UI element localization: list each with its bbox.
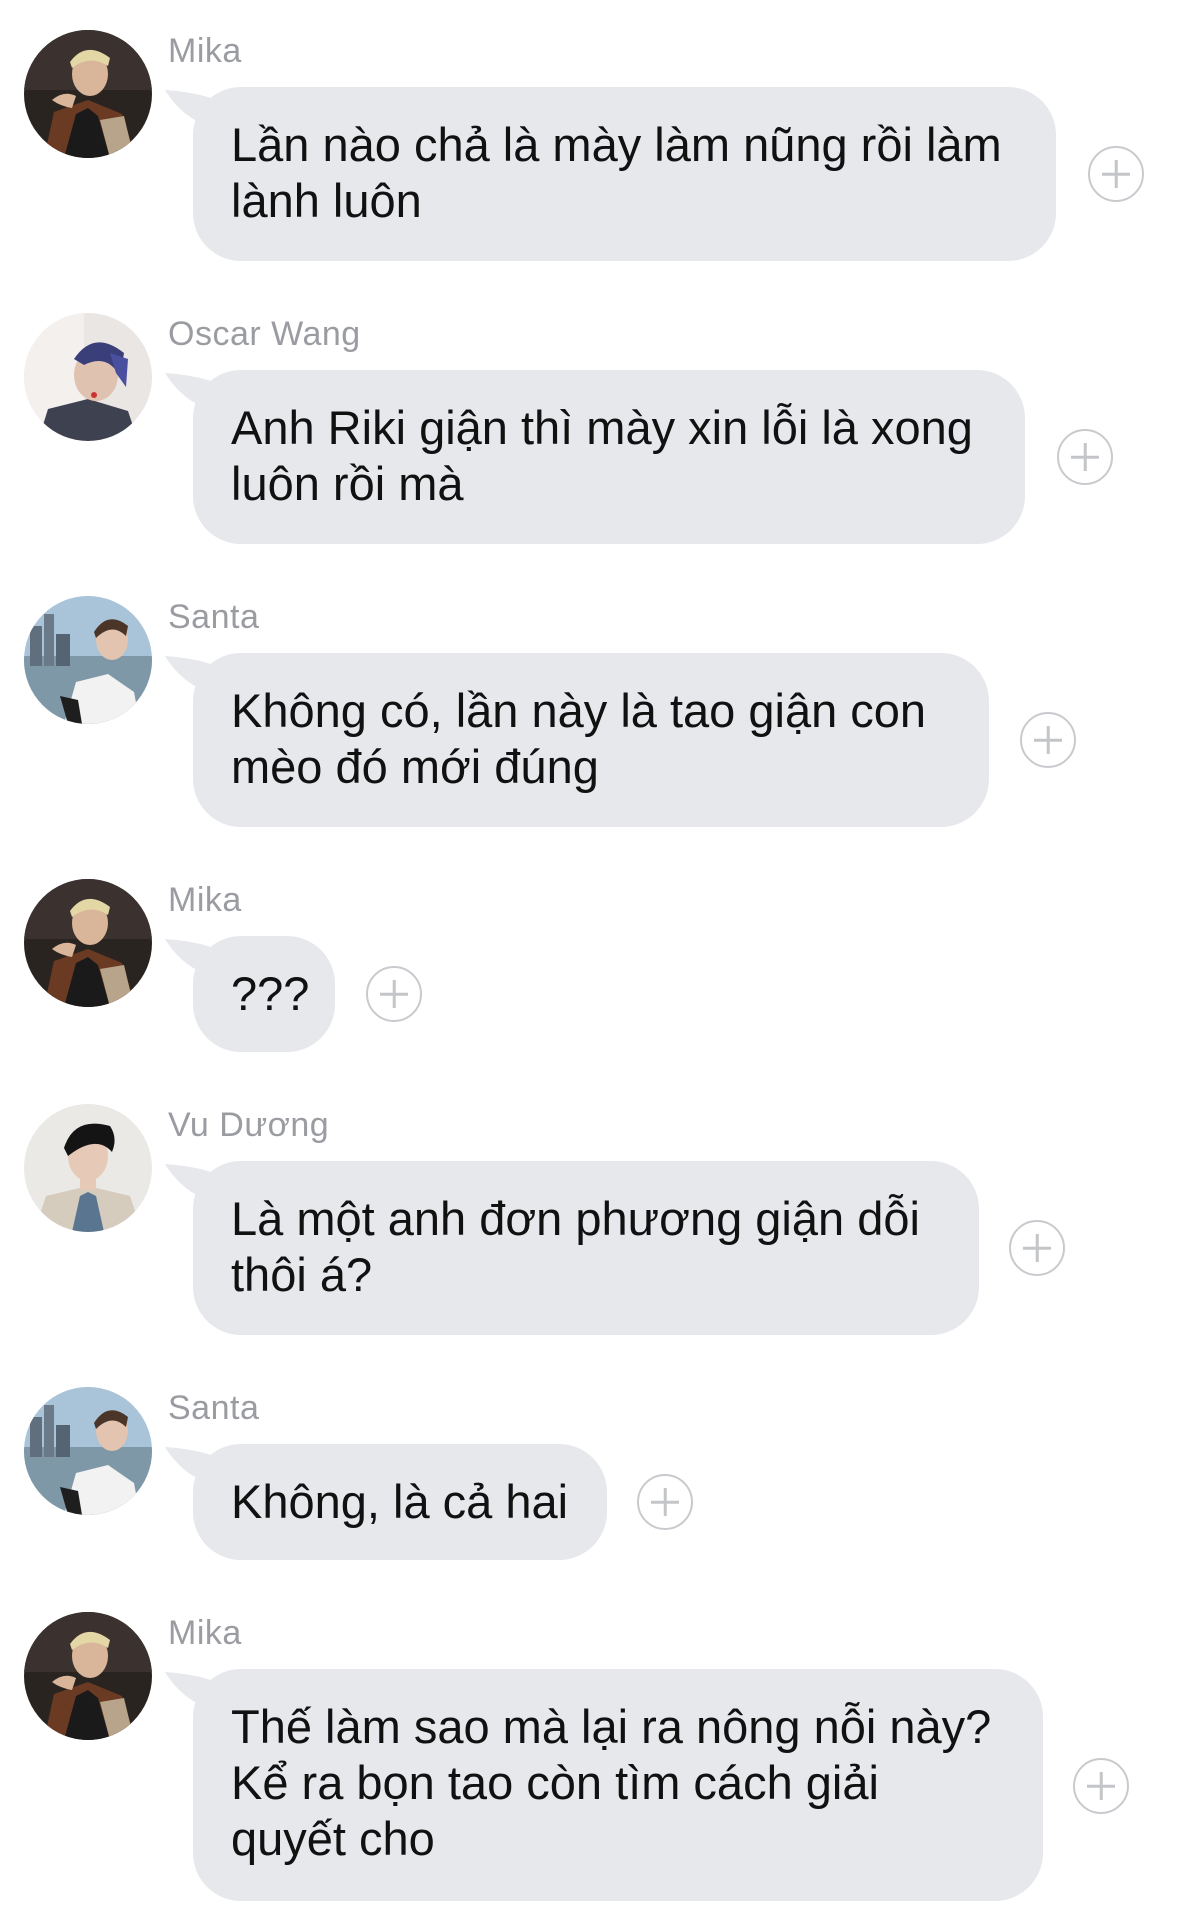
sender-name: Mika	[168, 1614, 242, 1652]
avatar-mika[interactable]	[24, 1612, 152, 1740]
plus-circle-icon[interactable]	[1057, 429, 1113, 485]
plus-circle-icon[interactable]	[1088, 146, 1144, 202]
message-bubble[interactable]: Là một anh đơn phương giận dỗi thôi á?	[193, 1161, 979, 1335]
avatar-santa[interactable]	[24, 596, 152, 724]
sender-name: Santa	[168, 598, 260, 636]
avatar-mika[interactable]	[24, 879, 152, 1007]
message-bubble[interactable]: Thế làm sao mà lại ra nông nỗi này? Kể r…	[193, 1669, 1043, 1901]
sender-name: Oscar Wang	[168, 315, 361, 353]
message-bubble[interactable]: Anh Riki giận thì mày xin lỗi là xong lu…	[193, 370, 1025, 544]
message-bubble[interactable]: Không có, lần này là tao giận con mèo đó…	[193, 653, 989, 827]
sender-name: Vu Dương	[168, 1106, 330, 1144]
sender-name: Mika	[168, 881, 242, 919]
message-bubble[interactable]: Không, là cả hai	[193, 1444, 607, 1560]
avatar-mika[interactable]	[24, 30, 152, 158]
avatar-oscar-wang[interactable]	[24, 313, 152, 441]
sender-name: Mika	[168, 32, 242, 70]
plus-circle-icon[interactable]	[1020, 712, 1076, 768]
plus-circle-icon[interactable]	[1073, 1758, 1129, 1814]
plus-circle-icon[interactable]	[1009, 1220, 1065, 1276]
message-bubble[interactable]: Lần nào chả là mày làm nũng rồi làm lành…	[193, 87, 1056, 261]
plus-circle-icon[interactable]	[366, 966, 422, 1022]
sender-name: Santa	[168, 1389, 260, 1427]
plus-circle-icon[interactable]	[637, 1474, 693, 1530]
message-bubble[interactable]: ???	[193, 936, 335, 1052]
avatar-santa[interactable]	[24, 1387, 152, 1515]
avatar-vu-duong[interactable]	[24, 1104, 152, 1232]
chat-thread: Mika Lần nào chả là mày làm nũng rồi làm…	[0, 0, 1185, 1920]
